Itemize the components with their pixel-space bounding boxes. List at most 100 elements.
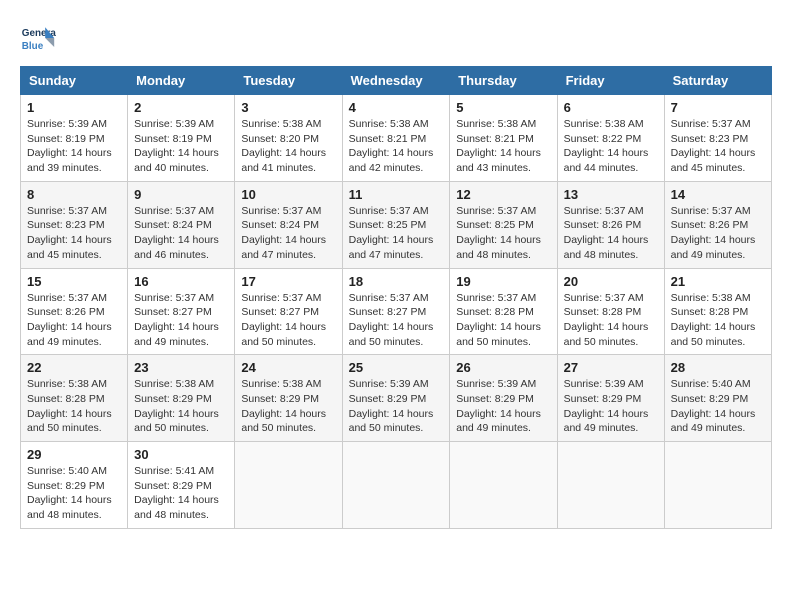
week-row-4: 22Sunrise: 5:38 AMSunset: 8:28 PMDayligh…: [21, 355, 772, 442]
day-number: 6: [564, 100, 658, 115]
calendar-table: SundayMondayTuesdayWednesdayThursdayFrid…: [20, 66, 772, 529]
calendar-cell: 16 Sunrise: 5:37 AMSunset: 8:27 PMDayligh…: [128, 268, 235, 355]
day-number: 27: [564, 360, 658, 375]
day-number: 9: [134, 187, 228, 202]
svg-text:Blue: Blue: [22, 41, 44, 52]
calendar-body: 1 Sunrise: 5:39 AMSunset: 8:19 PMDaylight…: [21, 95, 772, 529]
calendar-cell: 11 Sunrise: 5:37 AMSunset: 8:25 PMDayligh…: [342, 181, 450, 268]
day-info: Sunrise: 5:39 AMSunset: 8:29 PMDaylight:…: [564, 377, 658, 436]
calendar-cell: 26 Sunrise: 5:39 AMSunset: 8:29 PMDayligh…: [450, 355, 557, 442]
day-number: 11: [349, 187, 444, 202]
day-info: Sunrise: 5:38 AMSunset: 8:21 PMDaylight:…: [349, 117, 444, 176]
day-info: Sunrise: 5:38 AMSunset: 8:21 PMDaylight:…: [456, 117, 550, 176]
calendar-cell: 27 Sunrise: 5:39 AMSunset: 8:29 PMDayligh…: [557, 355, 664, 442]
day-number: 13: [564, 187, 658, 202]
calendar-cell: 2Sunrise: 5:39 AMSunset: 8:19 PMDaylight…: [128, 95, 235, 182]
day-number: 5: [456, 100, 550, 115]
week-row-2: 8Sunrise: 5:37 AMSunset: 8:23 PMDaylight…: [21, 181, 772, 268]
calendar-cell: 6 Sunrise: 5:38 AMSunset: 8:22 PMDaylight…: [557, 95, 664, 182]
calendar-cell: 4 Sunrise: 5:38 AMSunset: 8:21 PMDaylight…: [342, 95, 450, 182]
calendar-cell: 5 Sunrise: 5:38 AMSunset: 8:21 PMDaylight…: [450, 95, 557, 182]
day-info: Sunrise: 5:37 AMSunset: 8:26 PMDaylight:…: [27, 291, 121, 350]
calendar-cell: 24 Sunrise: 5:38 AMSunset: 8:29 PMDayligh…: [235, 355, 342, 442]
week-row-5: 29 Sunrise: 5:40 AMSunset: 8:29 PMDayligh…: [21, 442, 772, 529]
day-number: 17: [241, 274, 335, 289]
day-info: Sunrise: 5:40 AMSunset: 8:29 PMDaylight:…: [671, 377, 765, 436]
week-row-1: 1 Sunrise: 5:39 AMSunset: 8:19 PMDaylight…: [21, 95, 772, 182]
calendar-cell: 1 Sunrise: 5:39 AMSunset: 8:19 PMDaylight…: [21, 95, 128, 182]
day-info: Sunrise: 5:37 AMSunset: 8:23 PMDaylight:…: [671, 117, 765, 176]
day-number: 24: [241, 360, 335, 375]
day-info: Sunrise: 5:38 AMSunset: 8:22 PMDaylight:…: [564, 117, 658, 176]
day-info: Sunrise: 5:37 AMSunset: 8:25 PMDaylight:…: [349, 204, 444, 263]
week-row-3: 15 Sunrise: 5:37 AMSunset: 8:26 PMDayligh…: [21, 268, 772, 355]
day-info: Sunrise: 5:40 AMSunset: 8:29 PMDaylight:…: [27, 464, 121, 523]
day-number: 29: [27, 447, 121, 462]
logo-icon: General Blue: [20, 20, 56, 56]
header-thursday: Thursday: [450, 67, 557, 95]
logo: General Blue: [20, 20, 56, 56]
day-info: Sunrise: 5:38 AMSunset: 8:28 PMDaylight:…: [27, 377, 121, 436]
day-number: 10: [241, 187, 335, 202]
day-info: Sunrise: 5:37 AMSunset: 8:27 PMDaylight:…: [241, 291, 335, 350]
header-monday: Monday: [128, 67, 235, 95]
calendar-cell: 23Sunrise: 5:38 AMSunset: 8:29 PMDayligh…: [128, 355, 235, 442]
day-number: 15: [27, 274, 121, 289]
day-info: Sunrise: 5:37 AMSunset: 8:26 PMDaylight:…: [564, 204, 658, 263]
day-info: Sunrise: 5:37 AMSunset: 8:28 PMDaylight:…: [564, 291, 658, 350]
day-info: Sunrise: 5:37 AMSunset: 8:24 PMDaylight:…: [241, 204, 335, 263]
day-number: 12: [456, 187, 550, 202]
day-number: 21: [671, 274, 765, 289]
day-info: Sunrise: 5:39 AMSunset: 8:29 PMDaylight:…: [349, 377, 444, 436]
day-info: Sunrise: 5:37 AMSunset: 8:26 PMDaylight:…: [671, 204, 765, 263]
header-saturday: Saturday: [664, 67, 771, 95]
calendar-cell: 13 Sunrise: 5:37 AMSunset: 8:26 PMDayligh…: [557, 181, 664, 268]
calendar-cell: 8Sunrise: 5:37 AMSunset: 8:23 PMDaylight…: [21, 181, 128, 268]
day-info: Sunrise: 5:41 AMSunset: 8:29 PMDaylight:…: [134, 464, 228, 523]
day-info: Sunrise: 5:39 AMSunset: 8:19 PMDaylight:…: [27, 117, 121, 176]
day-number: 16: [134, 274, 228, 289]
calendar-cell: [235, 442, 342, 529]
day-info: Sunrise: 5:37 AMSunset: 8:25 PMDaylight:…: [456, 204, 550, 263]
day-number: 18: [349, 274, 444, 289]
calendar-cell: 15 Sunrise: 5:37 AMSunset: 8:26 PMDayligh…: [21, 268, 128, 355]
day-number: 26: [456, 360, 550, 375]
calendar-cell: 3 Sunrise: 5:38 AMSunset: 8:20 PMDaylight…: [235, 95, 342, 182]
calendar-cell: [664, 442, 771, 529]
day-number: 4: [349, 100, 444, 115]
header: General Blue: [20, 20, 772, 56]
calendar-cell: 7 Sunrise: 5:37 AMSunset: 8:23 PMDaylight…: [664, 95, 771, 182]
calendar-cell: 18 Sunrise: 5:37 AMSunset: 8:27 PMDayligh…: [342, 268, 450, 355]
header-row: SundayMondayTuesdayWednesdayThursdayFrid…: [21, 67, 772, 95]
day-info: Sunrise: 5:38 AMSunset: 8:20 PMDaylight:…: [241, 117, 335, 176]
day-info: Sunrise: 5:37 AMSunset: 8:23 PMDaylight:…: [27, 204, 121, 263]
header-friday: Friday: [557, 67, 664, 95]
calendar-cell: 9Sunrise: 5:37 AMSunset: 8:24 PMDaylight…: [128, 181, 235, 268]
day-number: 30: [134, 447, 228, 462]
calendar-cell: 14 Sunrise: 5:37 AMSunset: 8:26 PMDayligh…: [664, 181, 771, 268]
calendar-cell: 10 Sunrise: 5:37 AMSunset: 8:24 PMDayligh…: [235, 181, 342, 268]
day-info: Sunrise: 5:38 AMSunset: 8:29 PMDaylight:…: [241, 377, 335, 436]
day-number: 7: [671, 100, 765, 115]
day-info: Sunrise: 5:37 AMSunset: 8:28 PMDaylight:…: [456, 291, 550, 350]
day-info: Sunrise: 5:38 AMSunset: 8:29 PMDaylight:…: [134, 377, 228, 436]
day-number: 14: [671, 187, 765, 202]
day-number: 28: [671, 360, 765, 375]
day-info: Sunrise: 5:39 AMSunset: 8:19 PMDaylight:…: [134, 117, 228, 176]
day-info: Sunrise: 5:37 AMSunset: 8:27 PMDaylight:…: [134, 291, 228, 350]
calendar-cell: 28 Sunrise: 5:40 AMSunset: 8:29 PMDayligh…: [664, 355, 771, 442]
calendar-cell: 22Sunrise: 5:38 AMSunset: 8:28 PMDayligh…: [21, 355, 128, 442]
calendar-cell: 29 Sunrise: 5:40 AMSunset: 8:29 PMDayligh…: [21, 442, 128, 529]
calendar-cell: 21Sunrise: 5:38 AMSunset: 8:28 PMDayligh…: [664, 268, 771, 355]
day-number: 1: [27, 100, 121, 115]
day-info: Sunrise: 5:37 AMSunset: 8:27 PMDaylight:…: [349, 291, 444, 350]
day-info: Sunrise: 5:39 AMSunset: 8:29 PMDaylight:…: [456, 377, 550, 436]
calendar-cell: 20 Sunrise: 5:37 AMSunset: 8:28 PMDayligh…: [557, 268, 664, 355]
day-number: 3: [241, 100, 335, 115]
day-number: 20: [564, 274, 658, 289]
calendar-cell: 19Sunrise: 5:37 AMSunset: 8:28 PMDayligh…: [450, 268, 557, 355]
header-sunday: Sunday: [21, 67, 128, 95]
header-wednesday: Wednesday: [342, 67, 450, 95]
day-number: 25: [349, 360, 444, 375]
calendar-cell: 30 Sunrise: 5:41 AMSunset: 8:29 PMDayligh…: [128, 442, 235, 529]
